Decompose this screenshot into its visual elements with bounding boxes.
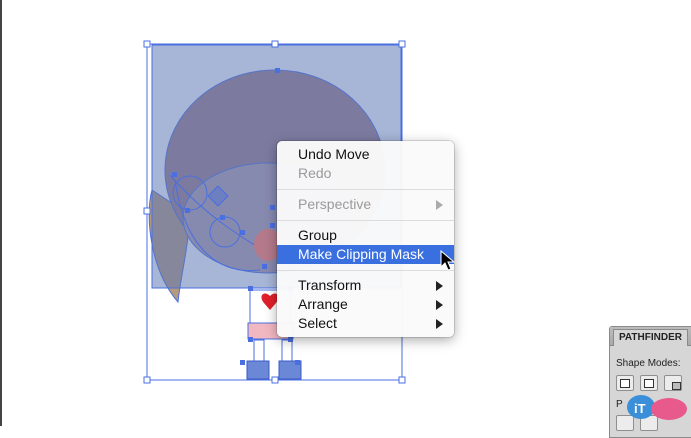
- menu-separator: [277, 220, 454, 221]
- leg-left: [253, 339, 265, 363]
- menu-item-group[interactable]: Group: [277, 226, 454, 245]
- panel-tab-bar: PATHFINDER: [610, 327, 691, 346]
- context-menu: Undo Move Redo Perspective Group Make Cl…: [277, 141, 454, 337]
- svg-text:iT: iT: [634, 401, 646, 416]
- shape-mode-icon: [620, 379, 630, 388]
- menu-item-undo-move[interactable]: Undo Move: [277, 145, 454, 164]
- menu-item-label: Transform: [298, 277, 362, 293]
- shape-mode-icon: [672, 382, 681, 390]
- submenu-arrow-icon: [436, 300, 443, 310]
- leg-right: [281, 339, 293, 363]
- pathfinders-label: P: [616, 399, 623, 410]
- mouse-pointer-icon: [440, 250, 456, 271]
- menu-item-make-clipping-mask[interactable]: Make Clipping Mask: [277, 245, 454, 264]
- menu-item-perspective[interactable]: Perspective: [277, 195, 454, 214]
- shape-mode-icon: [644, 379, 654, 388]
- selection-handle: [398, 376, 406, 384]
- unite-button[interactable]: [616, 375, 634, 391]
- tab-pathfinder[interactable]: PATHFINDER: [613, 329, 688, 346]
- menu-item-label: Perspective: [298, 196, 372, 212]
- menu-separator: [277, 189, 454, 190]
- menu-item-arrange[interactable]: Arrange: [277, 295, 454, 314]
- menu-item-label: Arrange: [298, 296, 348, 312]
- menu-item-transform[interactable]: Transform: [277, 276, 454, 295]
- shoe-left: [246, 360, 270, 380]
- menu-item-redo[interactable]: Redo: [277, 164, 454, 183]
- artboard-canvas[interactable]: Undo Move Redo Perspective Group Make Cl…: [0, 0, 691, 438]
- submenu-arrow-icon: [436, 319, 443, 329]
- menu-item-label: Select: [298, 315, 337, 331]
- intersect-button[interactable]: [664, 375, 682, 391]
- menu-separator: [277, 270, 454, 271]
- watermark-logo: iT: [627, 395, 687, 420]
- shape-modes-label: Shape Modes:: [616, 358, 681, 369]
- selection-handle: [143, 40, 151, 48]
- minus-front-button[interactable]: [640, 375, 658, 391]
- menu-item-select[interactable]: Select: [277, 314, 454, 333]
- selection-handle: [398, 40, 406, 48]
- selection-handle: [271, 376, 279, 384]
- submenu-arrow-icon: [436, 281, 443, 291]
- selection-handle: [143, 376, 151, 384]
- selection-handle: [271, 40, 279, 48]
- submenu-arrow-icon: [436, 200, 443, 210]
- selection-handle: [143, 207, 151, 215]
